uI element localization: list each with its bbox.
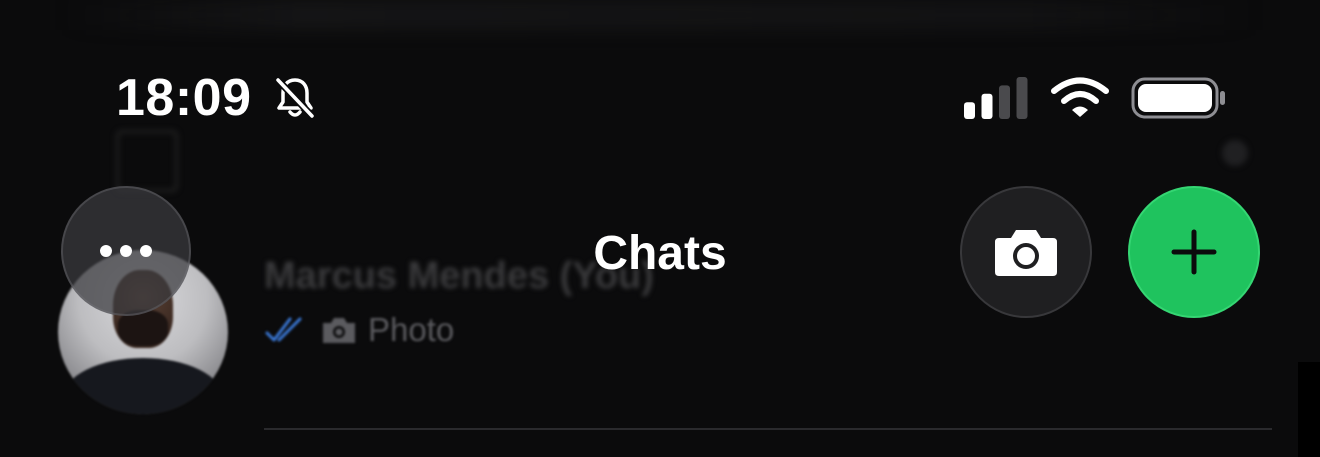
edge-block: [1298, 362, 1320, 457]
camera-icon: [323, 318, 355, 343]
camera-button[interactable]: [960, 186, 1092, 318]
signal-bar: [999, 85, 1010, 119]
battery-icon: [1131, 77, 1225, 119]
avatar-shirt: [63, 358, 223, 414]
chat-preview-text: Photo: [368, 311, 455, 348]
new-chat-button[interactable]: [1128, 186, 1260, 318]
blurred-icon: [1222, 140, 1248, 166]
camera-icon: [995, 230, 1057, 276]
signal-bar: [1016, 77, 1028, 119]
plus-icon: [1171, 229, 1217, 275]
divider: [264, 428, 1272, 430]
cellular-signal-icon: [964, 77, 1028, 119]
signal-bar: [964, 102, 975, 119]
wifi-icon: [1051, 77, 1109, 117]
chat-preview[interactable]: Photo: [264, 310, 454, 350]
blurred-icon: [116, 130, 178, 192]
signal-bar: [981, 93, 993, 119]
status-time: 18:09: [116, 69, 252, 127]
bell-slash-icon: [275, 77, 315, 119]
status-bar: 18:09: [0, 0, 1320, 140]
double-check-icon: [265, 317, 302, 342]
page-title: Chats: [593, 227, 727, 280]
ellipsis-icon: [100, 245, 152, 257]
more-options-button[interactable]: [61, 186, 191, 316]
